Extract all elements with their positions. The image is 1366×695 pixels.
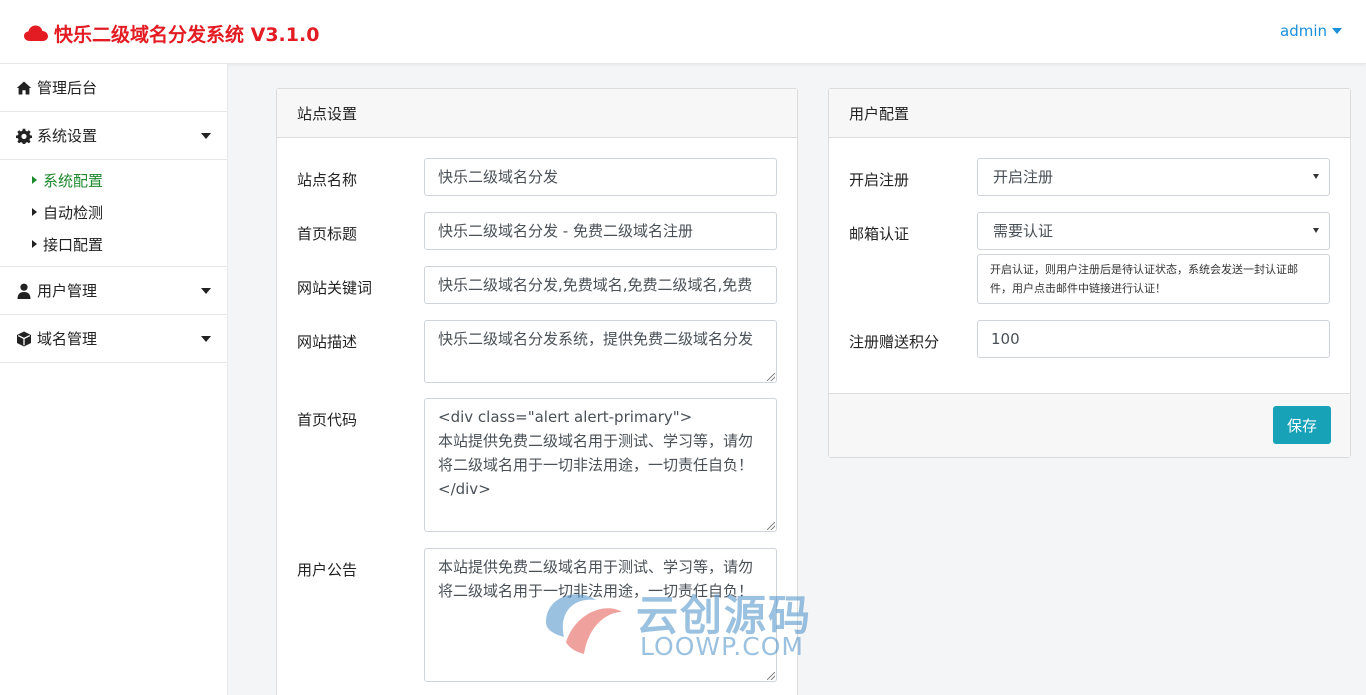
caret-right-icon	[32, 208, 37, 216]
sidebar-item-label: 域名管理	[37, 330, 98, 348]
keywords-label: 网站关键词	[297, 279, 373, 297]
sidebar-subitem-label: 系统配置	[43, 171, 104, 190]
home-code-textarea[interactable]: <div class="alert alert-primary"> 本站提供免费…	[424, 398, 777, 532]
sidebar: 管理后台 系统设置 系统配置 自动检测 接口配置 用户管理 域名管理	[0, 64, 228, 695]
code-line: </div>	[438, 480, 491, 498]
enable-register-select[interactable]: 开启注册	[977, 158, 1330, 196]
user-icon	[16, 283, 32, 299]
sidebar-item-system-settings[interactable]: 系统设置	[0, 112, 227, 160]
sidebar-subitem-label: 接口配置	[43, 235, 104, 254]
gear-icon	[16, 128, 32, 144]
resize-handle[interactable]	[767, 522, 775, 530]
code-line: <div class="alert alert-primary">	[438, 408, 693, 426]
register-points-label: 注册赠送积分	[849, 333, 940, 351]
keywords-input[interactable]: 快乐二级域名分发,免费域名,免费二级域名,免费	[424, 266, 777, 304]
watermark-subtitle: LOOWP.COM	[640, 632, 804, 661]
select-value: 开启注册	[993, 168, 1054, 186]
email-verify-select[interactable]: 需要认证	[977, 212, 1330, 250]
cube-icon	[16, 331, 32, 347]
notice-label: 用户公告	[297, 561, 358, 579]
watermark: 云创源码 LOOWP.COM	[536, 582, 836, 662]
card-title: 站点设置	[277, 89, 797, 138]
save-button[interactable]: 保存	[1273, 406, 1331, 444]
caret-right-icon	[32, 240, 37, 248]
email-verify-label: 邮箱认证	[849, 225, 910, 243]
sidebar-subitem-auto-check[interactable]: 自动检测	[0, 196, 227, 228]
home-title-label: 首页标题	[297, 225, 358, 243]
watermark-logo-icon	[546, 594, 622, 654]
chevron-down-icon	[1313, 174, 1319, 179]
sidebar-item-user-management[interactable]: 用户管理	[0, 267, 227, 315]
user-name: admin	[1280, 22, 1327, 40]
sidebar-subitem-label: 自动检测	[43, 203, 104, 222]
caret-down-icon	[201, 288, 211, 294]
resize-handle[interactable]	[767, 672, 775, 680]
site-name-input[interactable]: 快乐二级域名分发	[424, 158, 777, 196]
caret-down-icon	[1332, 28, 1342, 34]
user-config-card: 用户配置 开启注册 开启注册 邮箱认证 需要认证 开启认证，则用户注册后是待认证…	[828, 88, 1351, 458]
brand[interactable]: 快乐二级域名分发系统 V3.1.0	[24, 20, 319, 46]
caret-right-icon	[32, 176, 37, 184]
register-points-input[interactable]: 100	[977, 320, 1330, 358]
home-icon	[16, 80, 32, 96]
email-verify-help: 开启认证，则用户注册后是待认证状态，系统会发送一封认证邮件，用户点击邮件中链接进…	[977, 254, 1330, 304]
chevron-down-icon	[1313, 228, 1319, 233]
home-code-label: 首页代码	[297, 411, 358, 429]
caret-down-icon	[201, 336, 211, 342]
sidebar-item-label: 管理后台	[37, 79, 98, 97]
sidebar-subitem-api-config[interactable]: 接口配置	[0, 228, 227, 260]
card-footer: 保存	[829, 393, 1350, 457]
caret-down-icon	[201, 133, 211, 139]
resize-handle[interactable]	[767, 373, 775, 381]
description-textarea[interactable]: 快乐二级域名分发系统，提供免费二级域名分发	[424, 320, 777, 383]
sidebar-item-label: 用户管理	[37, 282, 98, 300]
brand-title: 快乐二级域名分发系统 V3.1.0	[54, 23, 320, 46]
top-navbar: 快乐二级域名分发系统 V3.1.0 admin	[0, 0, 1366, 64]
code-line: 本站提供免费二级域名用于测试、学习等，请勿将二级域名用于一切非法用途，一切责任自…	[438, 432, 754, 474]
site-name-label: 站点名称	[297, 171, 358, 189]
description-text: 快乐二级域名分发系统，提供免费二级域名分发	[438, 330, 754, 348]
cloud-icon	[24, 25, 48, 41]
sidebar-item-admin-home[interactable]: 管理后台	[0, 64, 227, 112]
system-settings-submenu: 系统配置 自动检测 接口配置	[0, 160, 227, 267]
select-value: 需要认证	[993, 222, 1054, 240]
user-dropdown[interactable]: admin	[1280, 22, 1342, 40]
sidebar-subitem-system-config[interactable]: 系统配置	[0, 164, 227, 196]
sidebar-item-domain-management[interactable]: 域名管理	[0, 315, 227, 363]
description-label: 网站描述	[297, 333, 358, 351]
card-title: 用户配置	[829, 89, 1350, 138]
enable-register-label: 开启注册	[849, 171, 910, 189]
home-title-input[interactable]: 快乐二级域名分发 - 免费二级域名注册	[424, 212, 777, 250]
sidebar-item-label: 系统设置	[37, 127, 98, 145]
